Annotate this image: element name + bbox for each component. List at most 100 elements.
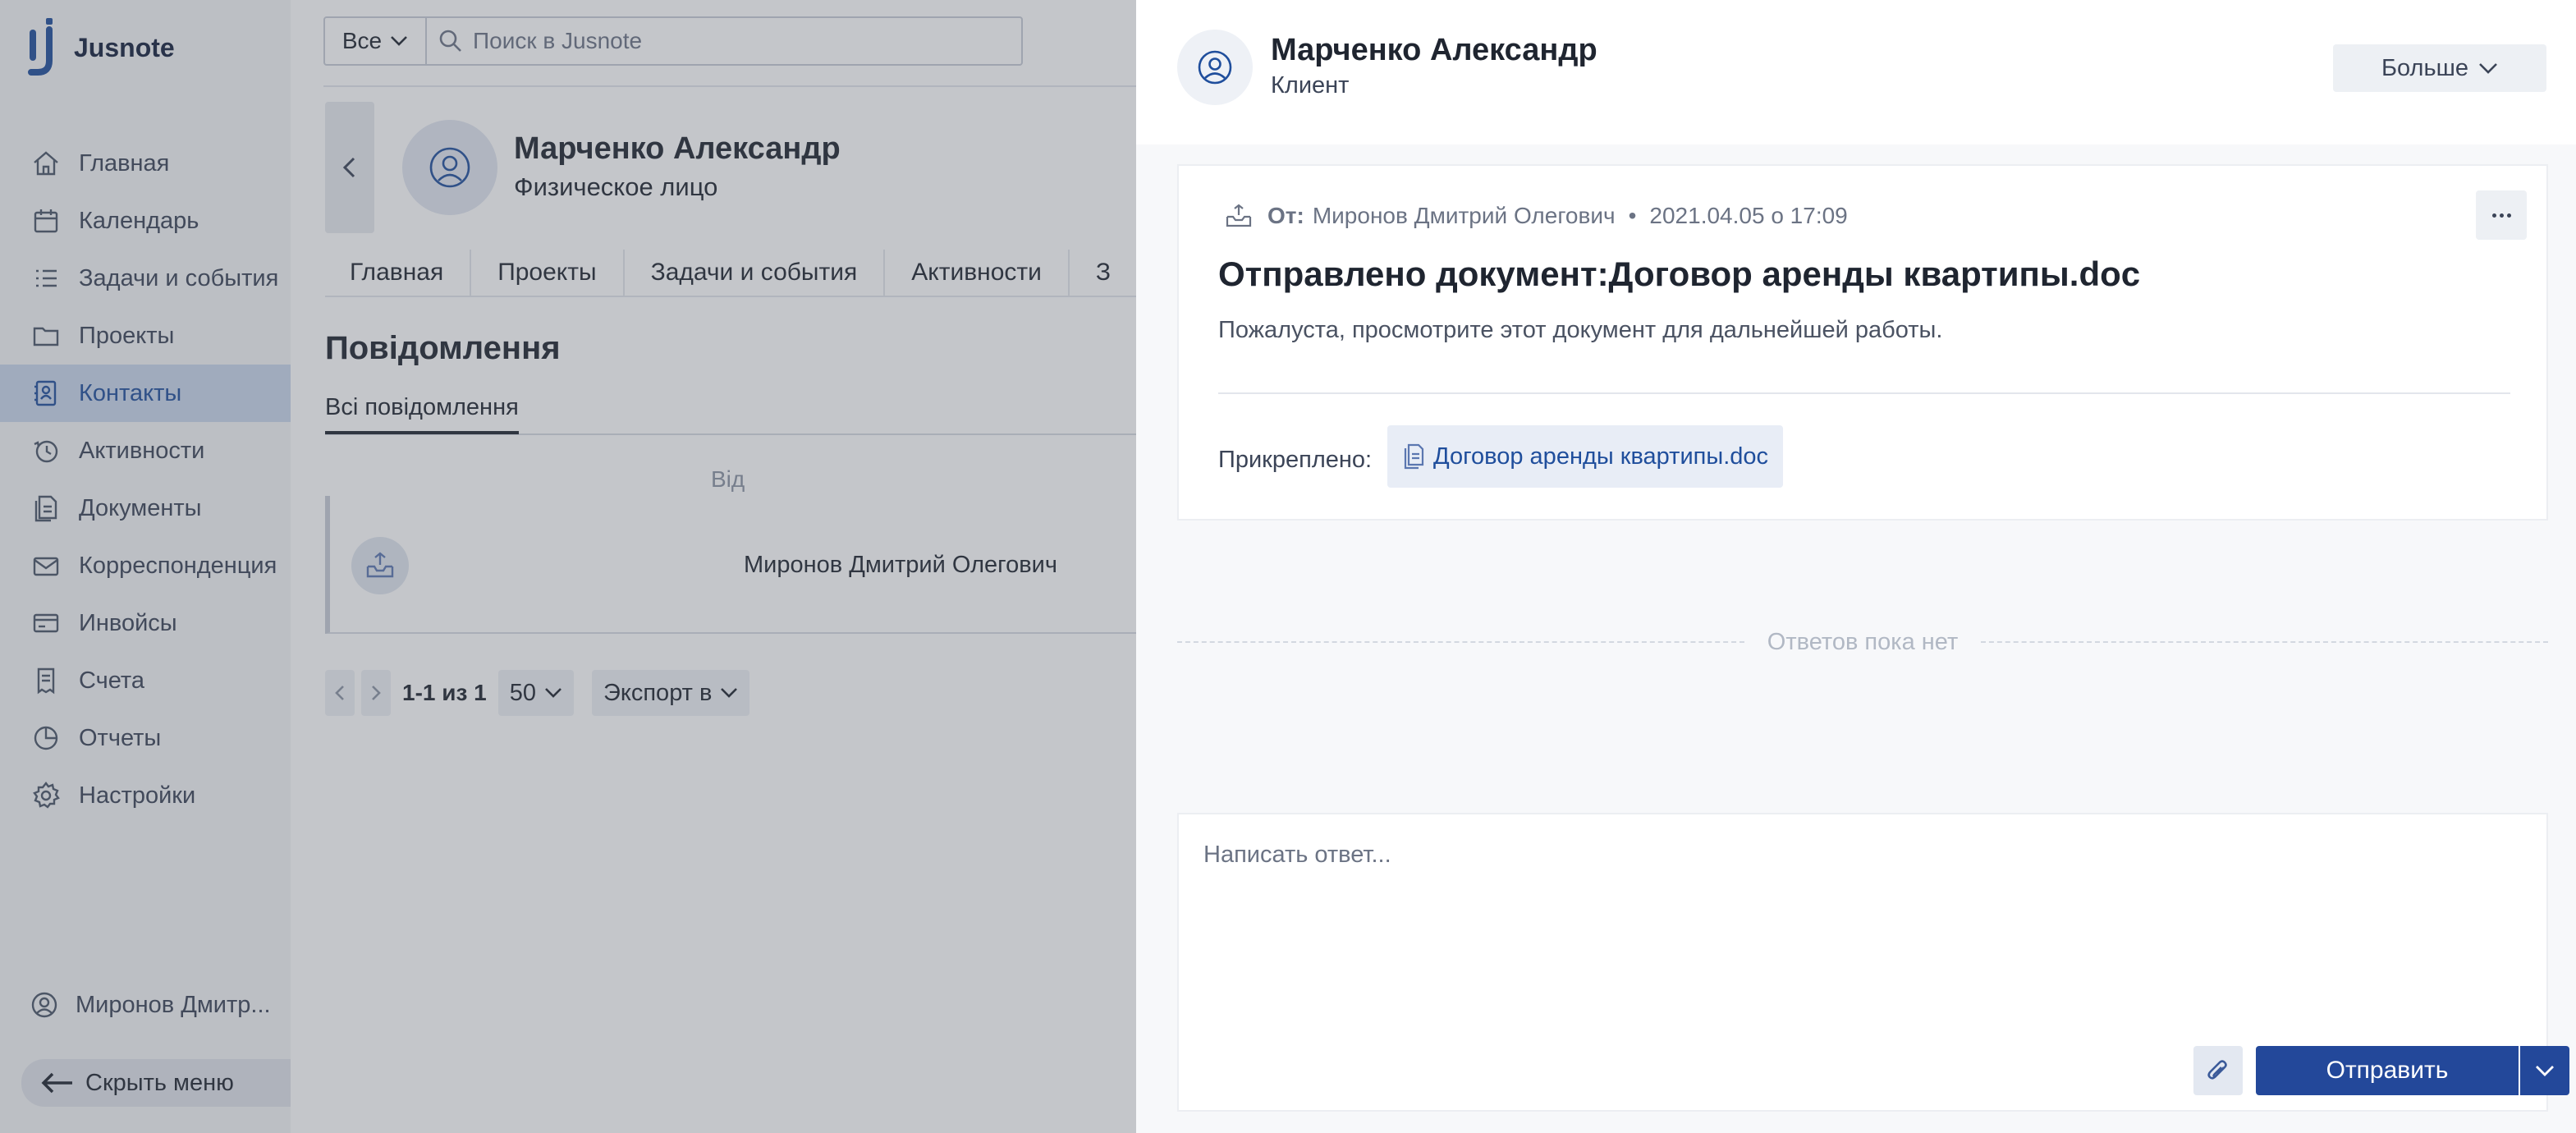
drawer-header: Марченко Александр Клиент Больше <box>1136 0 2576 144</box>
back-button[interactable] <box>325 102 374 233</box>
sidebar-item-label: Настройки <box>79 782 196 809</box>
more-dropdown-button[interactable]: Больше <box>2333 44 2546 92</box>
page-size-select[interactable]: 50 <box>497 670 574 716</box>
dots-icon <box>2506 213 2511 218</box>
search-input[interactable]: Поиск в Jusnote <box>427 16 1023 66</box>
sidebar-item-label: Активности <box>79 437 205 464</box>
send-button[interactable]: Отправить <box>2256 1046 2519 1095</box>
sidebar-item-label: Инвойсы <box>79 609 177 636</box>
hide-menu-label: Скрыть меню <box>85 1069 234 1096</box>
sidebar-item-home[interactable]: Главная <box>0 135 291 192</box>
home-icon <box>30 147 62 180</box>
tab-projects[interactable]: Проекты <box>471 250 625 296</box>
sidebar-item-label: Корреспонденция <box>79 552 277 579</box>
sidebar-item-label: Главная <box>79 149 170 177</box>
message-options-button[interactable] <box>2476 190 2527 240</box>
message-card: От: Миронов Дмитрий Олегович • 2021.04.0… <box>1177 164 2548 521</box>
contact-avatar <box>402 120 497 215</box>
tab-truncated[interactable]: З <box>1070 250 1136 296</box>
no-replies-divider: Ответов пока нет <box>1177 624 2549 660</box>
outbox-icon <box>351 537 409 594</box>
column-header-from: Від <box>711 466 745 492</box>
bill-icon <box>30 664 62 697</box>
drawer-contact-role: Клиент <box>1271 72 1350 99</box>
outbox-icon <box>1226 204 1252 227</box>
current-user[interactable]: Миронов Дмитр... <box>30 990 271 1020</box>
sidebar-item-activities[interactable]: Активности <box>0 422 291 479</box>
sidebar-item-tasks[interactable]: Задачи и события <box>0 250 291 307</box>
sidebar-nav: Главная Календарь Задачи и события Проек… <box>0 135 291 824</box>
tab-activities[interactable]: Активности <box>885 250 1070 296</box>
dots-icon <box>2491 213 2496 218</box>
divider <box>323 85 1136 87</box>
search-filter-dropdown[interactable]: Все <box>323 16 427 66</box>
sidebar-item-reports[interactable]: Отчеты <box>0 709 291 767</box>
sidebar-item-contacts[interactable]: Контакты <box>0 365 291 422</box>
sidebar-item-label: Задачи и события <box>79 264 279 291</box>
sidebar-item-invoices[interactable]: Инвойсы <box>0 594 291 652</box>
contact-name: Марченко Александр <box>514 131 841 166</box>
search-placeholder: Поиск в Jusnote <box>473 28 643 53</box>
pagination: 1-1 из 1 50 Экспорт в <box>325 670 750 716</box>
dashed-line <box>1177 641 1744 643</box>
app-name: Jusnote <box>74 32 175 62</box>
app-logo[interactable]: Jusnote <box>28 18 175 77</box>
sidebar-item-label: Документы <box>79 494 202 521</box>
activity-icon <box>30 434 62 467</box>
attachment-link[interactable]: Договор аренды квартипы.doc <box>1387 425 1784 488</box>
chevron-right-icon <box>372 686 381 700</box>
sidebar-item-label: Проекты <box>79 322 175 349</box>
send-options-button[interactable] <box>2520 1046 2569 1095</box>
sidebar-item-correspondence[interactable]: Корреспонденция <box>0 537 291 594</box>
sidebar-item-label: Контакты <box>79 379 182 406</box>
attached-label: Прикреплено: <box>1218 447 1373 473</box>
folder-icon <box>30 319 62 352</box>
reports-icon <box>30 722 62 755</box>
gear-icon <box>30 779 62 812</box>
next-page-button[interactable] <box>361 670 391 716</box>
divider <box>1218 392 2510 394</box>
contact-avatar <box>1177 30 1253 105</box>
message-body: Пожалуста, просмотрите этот документ для… <box>1218 317 1943 343</box>
tab-all-messages[interactable]: Всі повідомлення <box>325 394 519 434</box>
table-row[interactable]: Миронов Дмитрий Олегович <box>744 552 1057 579</box>
sidebar-item-calendar[interactable]: Календарь <box>0 192 291 250</box>
section-title: Повідомлення <box>325 330 561 366</box>
reply-box: Отправить <box>1177 813 2569 1112</box>
current-user-name: Миронов Дмитр... <box>76 991 271 1018</box>
jusnote-logo-icon <box>28 18 61 77</box>
message-subject: Отправлено документ:Договор аренды кварт… <box>1218 255 2141 293</box>
dots-icon <box>2499 213 2504 218</box>
message-date: 2021.04.05 о 17:09 <box>1649 203 1848 228</box>
prev-page-button[interactable] <box>325 670 355 716</box>
hide-menu-button[interactable]: Скрыть меню <box>21 1059 291 1107</box>
chevron-down-icon <box>2536 1066 2554 1076</box>
documents-icon <box>30 492 62 525</box>
chevron-left-icon <box>335 686 344 700</box>
attach-file-button[interactable] <box>2193 1046 2243 1095</box>
sidebar-item-projects[interactable]: Проекты <box>0 307 291 365</box>
tab-tasks[interactable]: Задачи и события <box>625 250 886 296</box>
from-label: От: <box>1267 203 1304 228</box>
paperclip-icon <box>2207 1060 2227 1080</box>
arrow-left-icon <box>41 1072 72 1094</box>
search-filter-label: Все <box>341 28 383 53</box>
tab-main[interactable]: Главная <box>325 250 472 296</box>
document-icon <box>1404 443 1424 470</box>
tasks-icon <box>30 262 62 295</box>
attachment-name: Договор аренды квартипы.doc <box>1433 443 1769 470</box>
sidebar-item-bills[interactable]: Счета <box>0 652 291 709</box>
invoice-icon <box>30 607 62 640</box>
sidebar-item-settings[interactable]: Настройки <box>0 767 291 824</box>
sidebar-item-documents[interactable]: Документы <box>0 479 291 537</box>
reply-input[interactable] <box>1203 834 2517 875</box>
user-icon <box>429 147 470 188</box>
sidebar-item-label: Календарь <box>79 207 199 234</box>
sidebar-item-label: Счета <box>79 667 144 694</box>
page-size-value: 50 <box>509 679 536 706</box>
mail-icon <box>30 549 62 582</box>
message-sender: Миронов Дмитрий Олегович <box>1312 203 1616 228</box>
export-dropdown[interactable]: Экспорт в <box>592 670 750 716</box>
more-label: Больше <box>2381 54 2468 81</box>
chevron-down-icon <box>721 688 738 698</box>
